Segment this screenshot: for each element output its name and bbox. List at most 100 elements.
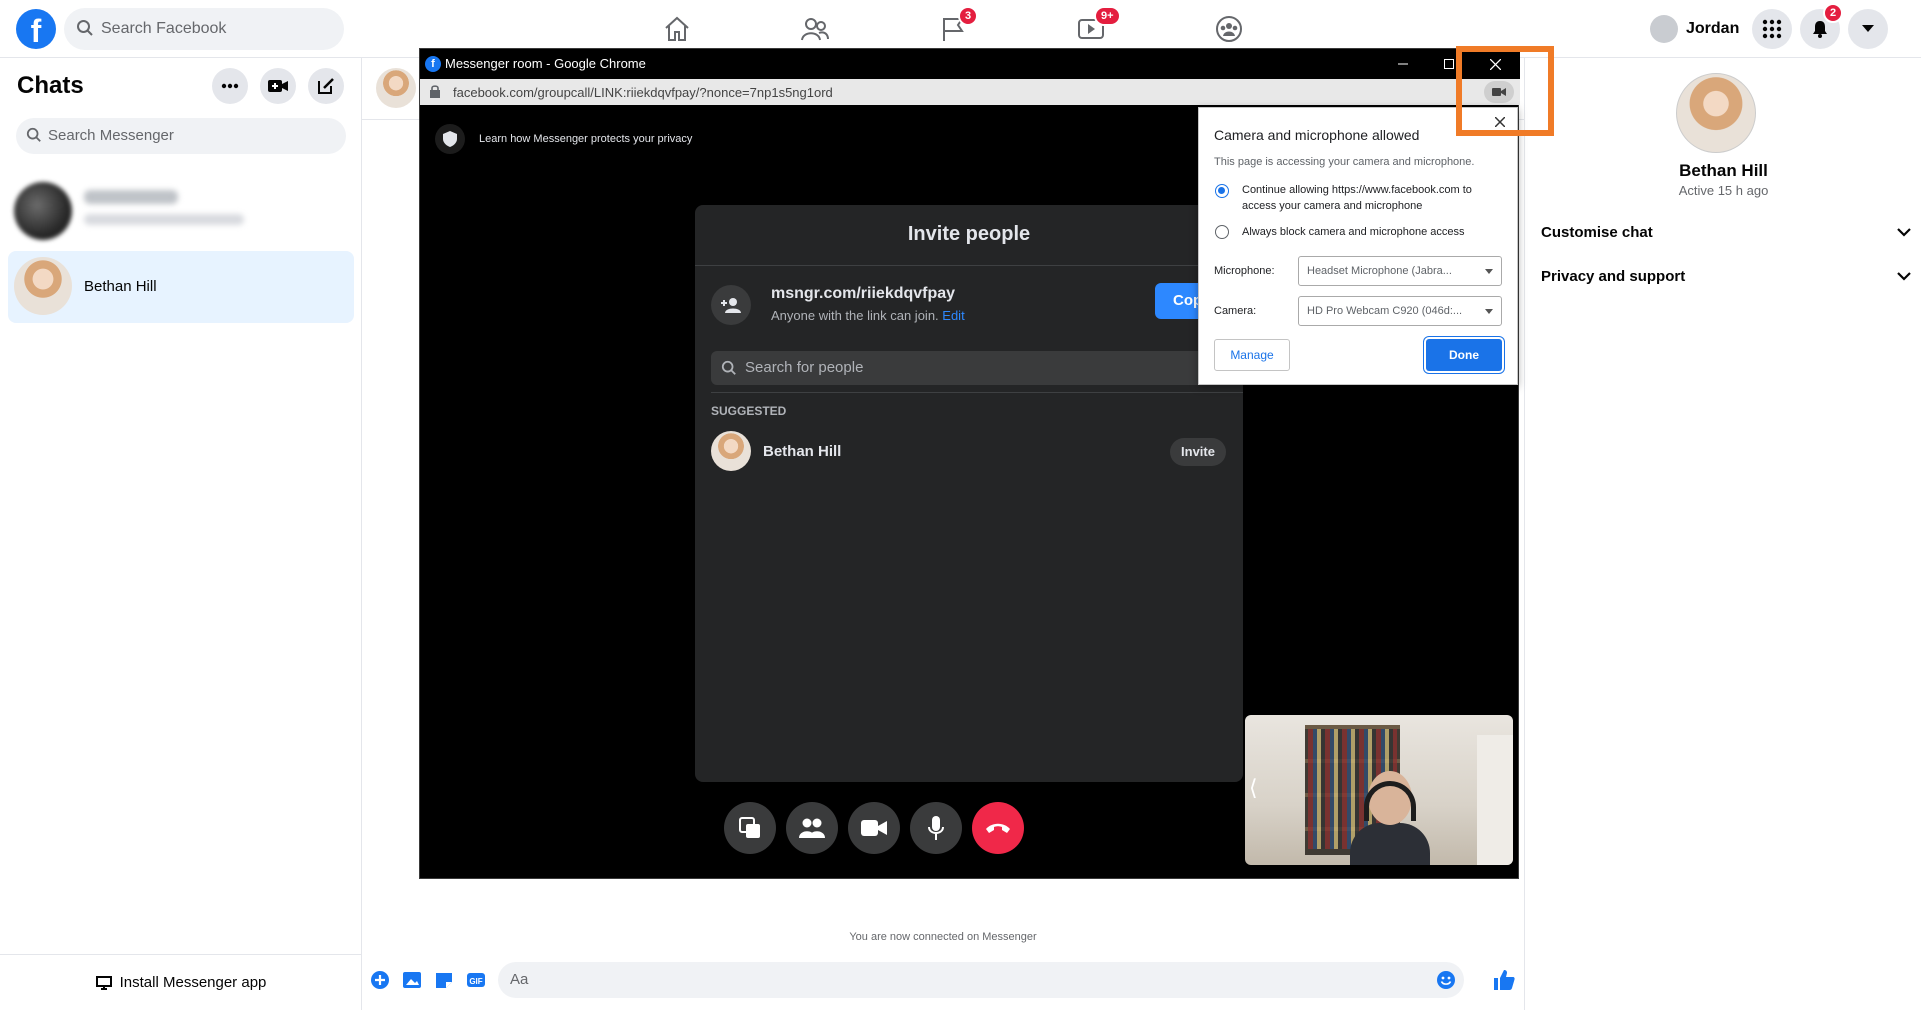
camera-permission-bubble: Camera and microphone allowed This page … xyxy=(1198,107,1518,385)
dropdown-arrow-icon xyxy=(1485,269,1493,274)
suggested-name: Bethan Hill xyxy=(763,443,842,460)
avatar xyxy=(14,257,72,315)
new-room-button[interactable] xyxy=(260,68,296,104)
watch-badge: 9+ xyxy=(1094,6,1121,26)
window-title-bar: f Messenger room - Google Chrome xyxy=(420,49,1520,79)
chat-list-item-bethan-hill[interactable]: Bethan Hill xyxy=(8,251,354,323)
end-call-button[interactable] xyxy=(972,802,1024,854)
video-camera-icon xyxy=(861,820,887,836)
account-button[interactable] xyxy=(1848,9,1888,49)
menu-button[interactable] xyxy=(1752,9,1792,49)
minimize-icon xyxy=(1398,63,1408,65)
install-messenger-link[interactable]: Install Messenger app xyxy=(0,954,362,1010)
pages-badge: 3 xyxy=(958,6,979,26)
groups-icon[interactable] xyxy=(1214,14,1244,44)
block-option-text[interactable]: Always block camera and microphone acces… xyxy=(1242,224,1507,240)
people-icon xyxy=(799,818,825,838)
microphone-toggle-button[interactable] xyxy=(910,802,962,854)
shield-button[interactable] xyxy=(435,124,465,154)
participants-button[interactable] xyxy=(786,802,838,854)
add-person-icon xyxy=(721,298,741,313)
address-bar[interactable]: facebook.com/groupcall/LINK:riiekdqvfpay… xyxy=(420,79,1520,105)
camera-toggle-button[interactable] xyxy=(848,802,900,854)
chevron-left-icon[interactable]: ⟨ xyxy=(1249,775,1258,801)
invite-people-panel: Invite people msngr.com/riiekdqvfpay Any… xyxy=(695,205,1243,782)
chat-list-item[interactable] xyxy=(8,176,354,248)
facebook-search-placeholder: Search Facebook xyxy=(101,20,227,37)
emoji-icon[interactable] xyxy=(1436,970,1456,990)
camera-select[interactable]: HD Pro Webcam C920 (046d:... xyxy=(1298,296,1502,326)
profile-name: Jordan xyxy=(1686,20,1740,37)
compose-icon xyxy=(318,78,334,94)
messenger-search-input[interactable]: Search Messenger xyxy=(16,118,346,154)
shield-icon xyxy=(443,131,457,147)
contact-name: Bethan Hill xyxy=(1679,161,1768,180)
lock-icon[interactable] xyxy=(430,85,440,98)
more-dots-icon xyxy=(221,83,239,89)
door xyxy=(1477,735,1513,865)
manage-button[interactable]: Manage xyxy=(1214,339,1290,371)
microphone-label: Microphone: xyxy=(1214,265,1275,277)
plus-circle-icon[interactable] xyxy=(370,970,390,990)
facebook-favicon: f xyxy=(425,56,441,72)
chats-sidebar: Chats Search Messenger Bethan Hill Insta… xyxy=(0,58,362,1010)
row-label: Customise chat xyxy=(1541,223,1653,241)
room-link-description: Anyone with the link can join. Edit xyxy=(771,308,965,323)
customise-chat-row[interactable]: Customise chat xyxy=(1541,214,1911,250)
search-people-placeholder: Search for people xyxy=(745,359,864,376)
privacy-support-row[interactable]: Privacy and support xyxy=(1541,258,1911,294)
chevron-down-icon xyxy=(1897,227,1911,237)
search-icon xyxy=(26,127,41,142)
friends-icon[interactable] xyxy=(800,14,830,44)
photo-icon[interactable] xyxy=(402,970,422,990)
svg-text:GIF: GIF xyxy=(469,977,482,986)
message-input[interactable]: Aa xyxy=(498,962,1464,998)
install-label: Install Messenger app xyxy=(119,974,267,991)
avatar[interactable] xyxy=(376,68,416,108)
url-text: facebook.com/groupcall/LINK:riiekdqvfpay… xyxy=(453,85,833,100)
privacy-info-row[interactable]: Learn how Messenger protects your privac… xyxy=(435,124,692,154)
facebook-search-input[interactable]: Search Facebook xyxy=(64,8,344,50)
options-button[interactable] xyxy=(212,68,248,104)
chat-info-panel: Bethan Hill Active 15 h ago Customise ch… xyxy=(1524,58,1921,1010)
invite-title: Invite people xyxy=(907,223,1031,245)
person xyxy=(1350,771,1430,865)
minimize-button[interactable] xyxy=(1380,49,1426,79)
messenger-search-placeholder: Search Messenger xyxy=(48,127,174,144)
window-title: Messenger room - Google Chrome xyxy=(445,56,646,71)
active-status: Active 15 h ago xyxy=(1678,183,1769,198)
notifications-badge: 2 xyxy=(1823,3,1844,23)
search-icon xyxy=(721,360,736,375)
room-link: msngr.com/riiekdqvfpay xyxy=(771,285,956,302)
permission-subtitle: This page is accessing your camera and m… xyxy=(1214,156,1475,168)
share-screen-icon xyxy=(739,817,760,838)
bell-icon xyxy=(1813,21,1827,38)
avatar xyxy=(711,431,751,471)
microphone-select[interactable]: Headset Microphone (Jabra... xyxy=(1298,256,1502,286)
self-video-preview[interactable]: ⟨ xyxy=(1245,715,1513,865)
search-people-input[interactable]: Search for people xyxy=(711,351,1243,385)
facebook-logo[interactable]: f xyxy=(16,9,56,49)
monitor-icon xyxy=(95,975,112,990)
block-radio[interactable] xyxy=(1215,225,1229,239)
sticker-icon[interactable] xyxy=(434,970,454,990)
thumbs-up-icon[interactable] xyxy=(1492,968,1516,992)
allow-radio[interactable] xyxy=(1215,184,1229,198)
share-screen-button[interactable] xyxy=(724,802,776,854)
camera-label: Camera: xyxy=(1214,305,1257,317)
gif-icon[interactable]: GIF xyxy=(466,970,486,990)
message-input-placeholder: Aa xyxy=(510,971,529,988)
edit-link[interactable]: Edit xyxy=(942,308,964,323)
done-button[interactable]: Done xyxy=(1426,339,1502,371)
new-message-button[interactable] xyxy=(308,68,344,104)
microphone-icon xyxy=(928,816,944,840)
profile-picture[interactable] xyxy=(1676,73,1756,153)
profile-chip[interactable]: Jordan xyxy=(1650,12,1739,46)
chats-title: Chats xyxy=(17,72,84,99)
divider xyxy=(695,265,1243,266)
allow-option-text[interactable]: Continue allowing https://www.facebook.c… xyxy=(1242,182,1507,214)
maximize-icon xyxy=(1444,59,1454,69)
privacy-text: Learn how Messenger protects your privac… xyxy=(479,133,693,145)
home-icon[interactable] xyxy=(662,14,692,44)
invite-button[interactable]: Invite xyxy=(1170,438,1226,466)
